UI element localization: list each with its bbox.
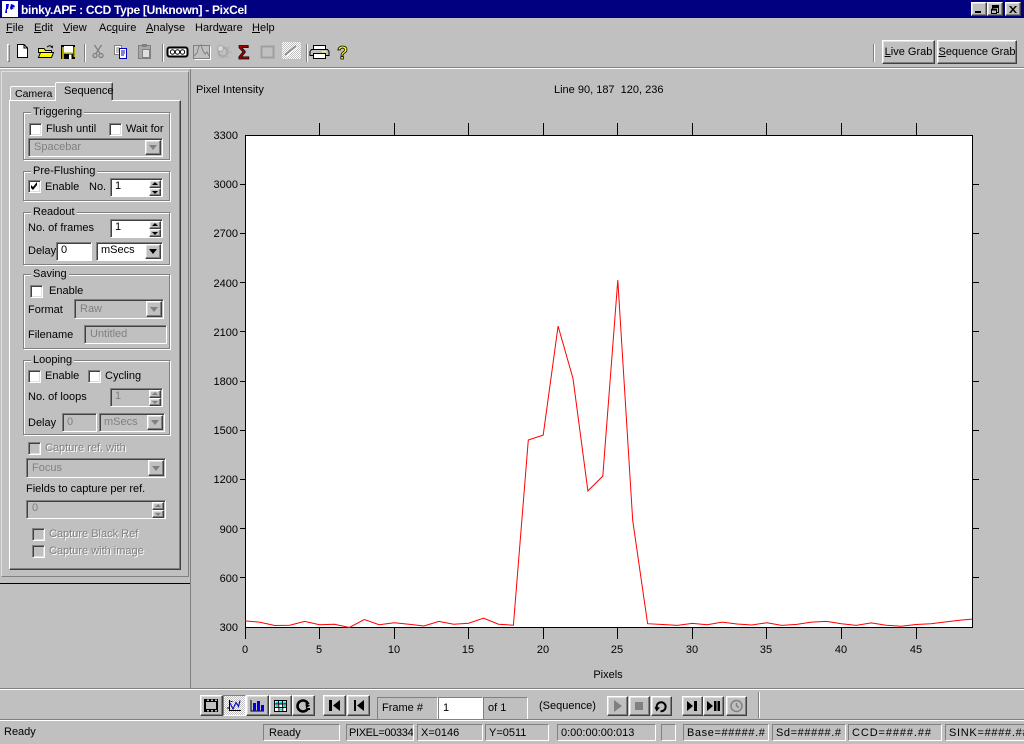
svg-text:Pixels: Pixels bbox=[593, 669, 623, 681]
svg-text:1200: 1200 bbox=[214, 474, 238, 486]
svg-text:900: 900 bbox=[220, 524, 238, 536]
svg-text:5: 5 bbox=[316, 644, 322, 656]
svg-text:3300: 3300 bbox=[214, 130, 238, 142]
svg-text:Σ: Σ bbox=[238, 43, 249, 64]
svg-text:30: 30 bbox=[686, 644, 698, 656]
svg-text:10: 10 bbox=[388, 644, 400, 656]
svg-text:300: 300 bbox=[220, 622, 238, 634]
svg-text:2100: 2100 bbox=[214, 327, 238, 339]
svg-text:0: 0 bbox=[242, 644, 248, 656]
svg-text:25: 25 bbox=[611, 644, 623, 656]
svg-text:2400: 2400 bbox=[214, 278, 238, 290]
svg-text:35: 35 bbox=[760, 644, 772, 656]
svg-text:1500: 1500 bbox=[214, 425, 238, 437]
svg-text:15: 15 bbox=[462, 644, 474, 656]
svg-text:600: 600 bbox=[220, 573, 238, 585]
svg-text:3000: 3000 bbox=[214, 179, 238, 191]
svg-text:2700: 2700 bbox=[214, 228, 238, 240]
svg-text:1800: 1800 bbox=[214, 376, 238, 388]
svg-text:40: 40 bbox=[835, 644, 847, 656]
svg-text:45: 45 bbox=[910, 644, 922, 656]
svg-text:?: ? bbox=[337, 43, 348, 63]
svg-text:20: 20 bbox=[537, 644, 549, 656]
